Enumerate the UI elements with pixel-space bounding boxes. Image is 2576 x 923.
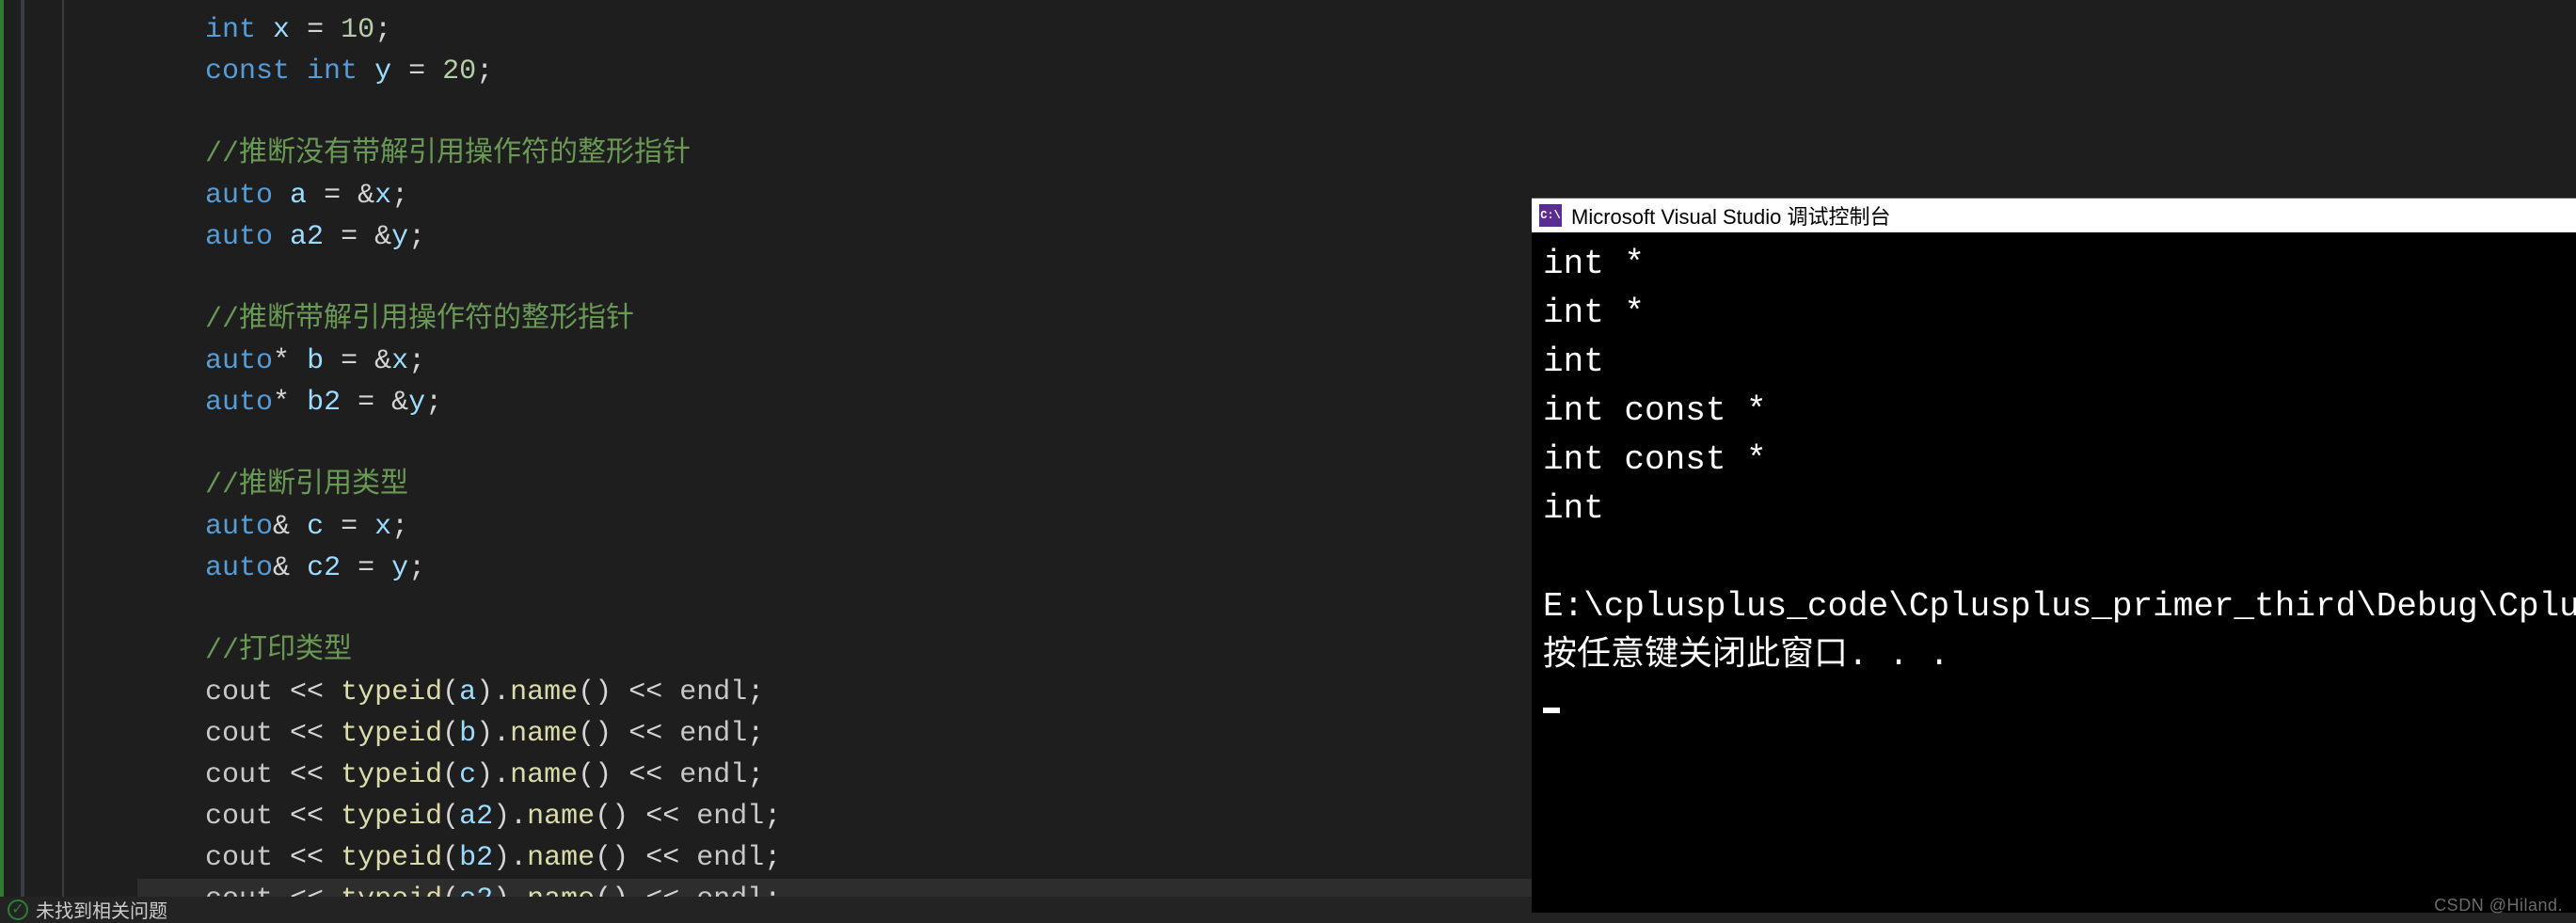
console-title: Microsoft Visual Studio 调试控制台 <box>1571 200 1890 231</box>
watermark: CSDN @Hiland. <box>2434 896 2563 915</box>
change-marker-stripe <box>0 0 4 923</box>
console-cursor <box>1543 708 1560 713</box>
debug-console-window[interactable]: C:\ Microsoft Visual Studio 调试控制台 int * … <box>1532 198 2576 913</box>
code-line[interactable] <box>137 92 2576 134</box>
code-line[interactable]: const int y = 20; <box>137 51 2576 92</box>
status-text: 未找到相关问题 <box>36 896 167 923</box>
root: int x = 10; const int y = 20; //推断没有带解引用… <box>0 0 2576 923</box>
console-output[interactable]: int * int * int int const * int const * … <box>1532 232 2576 913</box>
editor-gutter <box>0 0 53 923</box>
console-titlebar[interactable]: C:\ Microsoft Visual Studio 调试控制台 <box>1532 199 2576 232</box>
console-app-icon: C:\ <box>1539 204 1562 227</box>
code-line[interactable]: int x = 10; <box>137 9 2576 51</box>
status-ok-icon: ✓ <box>8 899 28 920</box>
secondary-stripe <box>21 0 24 923</box>
code-line[interactable]: //推断没有带解引用操作符的整形指针 <box>137 134 2576 175</box>
